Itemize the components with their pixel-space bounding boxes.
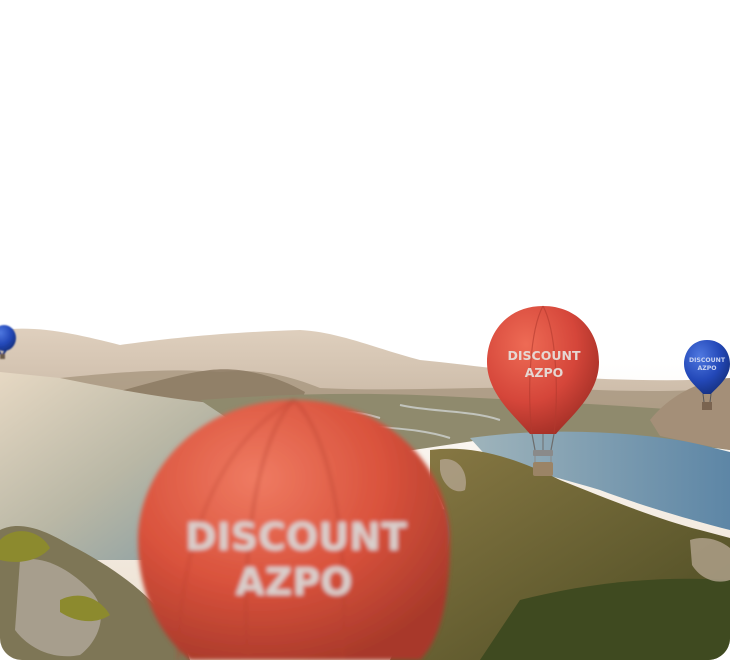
landscape-illustration: DISCOUNT AZPO DISCOUNT AZPO DISCOUNT AZP… [0, 0, 730, 660]
balloon-large-text-line-1: DISCOUNT [185, 515, 407, 559]
balloon-small-text-line-1: DISCOUNT [689, 357, 726, 364]
balloon-medium-text-line-1: DISCOUNT [508, 348, 581, 363]
hero-scene: DISCOUNT AZPO DISCOUNT AZPO DISCOUNT AZP… [0, 0, 730, 660]
balloon-medium-text-line-2: AZPO [525, 365, 564, 380]
balloon-large-text-line-2: AZPO [235, 560, 352, 604]
balloon-small-text-line-2: AZPO [697, 365, 716, 372]
